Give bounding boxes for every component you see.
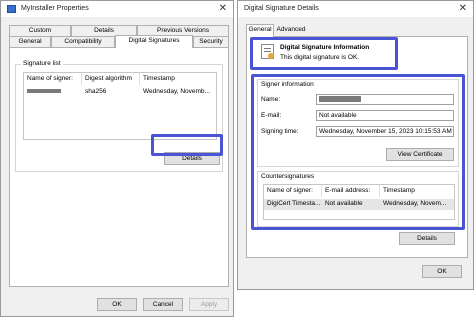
- details-button-highlight: [151, 134, 223, 156]
- tab-custom[interactable]: Custom: [9, 25, 71, 36]
- redacted-name: [27, 89, 61, 94]
- info-highlight: [250, 37, 398, 70]
- ok-button[interactable]: OK: [422, 265, 462, 278]
- close-icon[interactable]: ✕: [219, 3, 227, 14]
- countersignature-details-button[interactable]: Details: [399, 232, 455, 245]
- window-title: Digital Signature Details: [244, 5, 319, 12]
- app-icon: [7, 5, 16, 13]
- general-panel: Digital Signature Information This digit…: [246, 36, 468, 258]
- properties-window: MyInstaller Properties ✕ Custom Details …: [0, 0, 234, 317]
- signature-list[interactable]: Name of signer: Digest algorithm Timesta…: [23, 72, 217, 140]
- table-row-signer-redacted[interactable]: [24, 87, 82, 98]
- details-titlebar[interactable]: Digital Signature Details ✕: [238, 1, 473, 17]
- tab-compatibility[interactable]: Compatibility: [51, 36, 115, 47]
- signature-list-label: Signature list: [21, 60, 63, 67]
- tab-digital-signatures[interactable]: Digital Signatures: [115, 35, 193, 48]
- digital-signatures-panel: Signature list Name of signer: Digest al…: [9, 47, 229, 287]
- tab-security[interactable]: Security: [193, 36, 229, 47]
- tab-advanced[interactable]: Advanced: [274, 25, 308, 36]
- table-row-digest[interactable]: sha256: [82, 87, 140, 98]
- apply-button[interactable]: Apply: [189, 298, 229, 311]
- signer-info-highlight: [251, 74, 465, 230]
- column-header-signer[interactable]: Name of signer:: [24, 73, 82, 85]
- cancel-button[interactable]: Cancel: [143, 298, 183, 311]
- column-header-timestamp[interactable]: Timestamp: [140, 73, 216, 85]
- table-row-timestamp[interactable]: Wednesday, Novemb...: [140, 87, 216, 98]
- ok-button[interactable]: OK: [97, 298, 137, 311]
- column-header-digest[interactable]: Digest algorithm: [82, 73, 140, 85]
- properties-titlebar[interactable]: MyInstaller Properties ✕: [1, 1, 233, 17]
- window-title: MyInstaller Properties: [21, 5, 89, 12]
- tab-general[interactable]: General: [9, 36, 51, 47]
- tab-general[interactable]: General: [246, 24, 274, 37]
- signature-details-window: Digital Signature Details ✕ General Adva…: [237, 0, 474, 290]
- close-icon[interactable]: ✕: [459, 3, 467, 14]
